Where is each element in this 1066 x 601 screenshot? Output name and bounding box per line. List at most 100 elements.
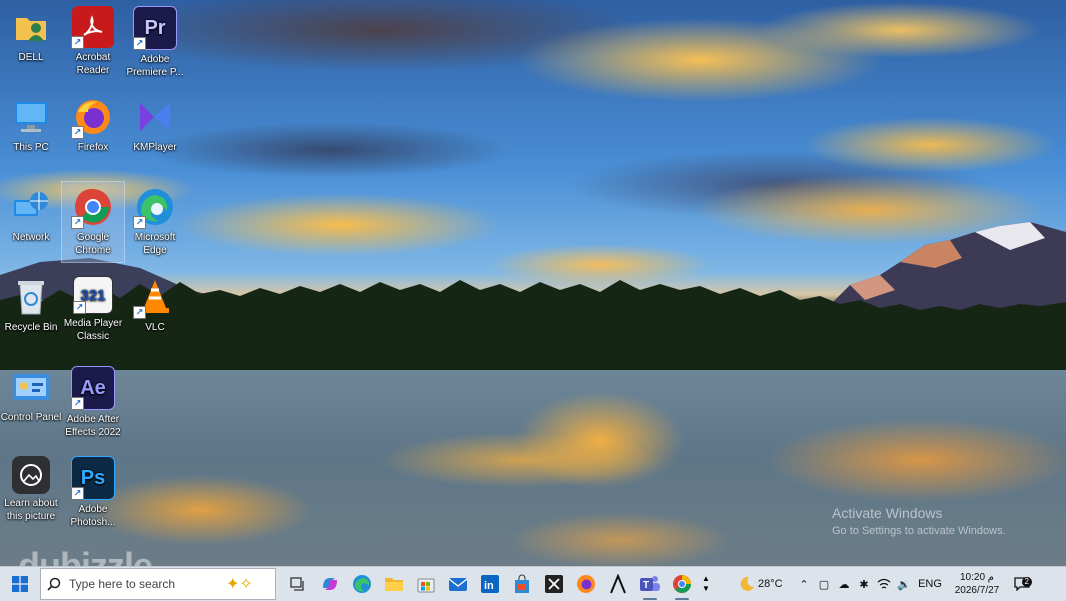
icon-label: Network bbox=[12, 232, 50, 243]
icon-label: KMPlayer bbox=[133, 142, 177, 153]
edge-icon: ↗ bbox=[133, 186, 176, 229]
windows-logo-icon bbox=[12, 576, 28, 592]
inkscape-icon bbox=[610, 574, 626, 594]
teams-icon: T bbox=[640, 576, 660, 591]
desktop-icon-media-player-classic[interactable]: 321 ↗ Media Player Classic bbox=[62, 276, 124, 343]
desktop-icon-firefox[interactable]: ↗ Firefox bbox=[62, 96, 124, 154]
icon-label: Adobe After Effects 2022 bbox=[65, 414, 121, 438]
desktop-icon-network[interactable]: Network bbox=[0, 186, 62, 244]
svg-text:in: in bbox=[484, 580, 494, 592]
desktop-icon-after-effects[interactable]: Ae ↗ Adobe After Effects 2022 bbox=[62, 366, 124, 439]
device-icon[interactable]: ▢ bbox=[814, 578, 834, 591]
shortcut-arrow-icon: ↗ bbox=[71, 216, 84, 229]
language-indicator[interactable]: ENG bbox=[914, 578, 946, 590]
desktop-icon-acrobat-reader[interactable]: ↗ Acrobat Reader bbox=[62, 6, 124, 77]
user-folder-icon bbox=[10, 6, 52, 48]
icon-label: Acrobat Reader bbox=[75, 52, 111, 76]
activate-windows-title: Activate Windows bbox=[832, 505, 943, 521]
store-icon bbox=[417, 578, 435, 593]
search-input[interactable] bbox=[67, 576, 226, 592]
icon-label: VLC bbox=[145, 322, 165, 333]
task-view-button[interactable] bbox=[282, 567, 314, 601]
taskbar-mail[interactable] bbox=[442, 567, 474, 601]
x-logo-icon bbox=[545, 575, 563, 593]
activate-windows-watermark: Activate Windows Go to Settings to activ… bbox=[832, 505, 1006, 537]
taskbar-copilot[interactable] bbox=[314, 567, 346, 601]
shortcut-arrow-icon: ↗ bbox=[133, 216, 146, 229]
premiere-icon: Pr ↗ bbox=[133, 6, 177, 50]
chrome-icon bbox=[673, 575, 691, 593]
volume-icon[interactable]: 🔉 bbox=[894, 578, 914, 591]
network-icon bbox=[10, 186, 52, 228]
linkedin-icon: in bbox=[481, 575, 499, 593]
desktop-icon-microsoft-edge[interactable]: ↗ Microsoft Edge bbox=[124, 186, 186, 257]
taskbar-teams[interactable]: T bbox=[634, 567, 666, 601]
taskbar-shopping[interactable] bbox=[506, 567, 538, 601]
desktop-icon-this-pc[interactable]: This PC bbox=[0, 96, 62, 154]
firefox-icon: ↗ bbox=[71, 96, 114, 139]
taskbar-chrome[interactable] bbox=[666, 567, 698, 601]
taskbar-x[interactable] bbox=[538, 567, 570, 601]
desktop-icon-control-panel[interactable]: Control Panel bbox=[0, 366, 62, 424]
desktop-icon-recycle-bin[interactable]: Recycle Bin bbox=[0, 276, 62, 334]
clock[interactable]: 10:20 م 2026/7/27 bbox=[946, 571, 1008, 597]
system-tray: 28°C ⌃ ▢ ☁ ✱ 🔉 ENG 10:20 م 2026/7/27 2 bbox=[734, 567, 1036, 601]
task-view-icon bbox=[290, 577, 304, 591]
bluetooth-icon[interactable]: ✱ bbox=[854, 578, 874, 591]
weather-moon-icon[interactable] bbox=[734, 575, 758, 593]
cloud-icon[interactable]: ☁ bbox=[834, 578, 854, 591]
copilot-icon bbox=[323, 578, 337, 590]
activate-windows-subtitle: Go to Settings to activate Windows. bbox=[832, 525, 1006, 537]
shortcut-arrow-icon: ↗ bbox=[73, 301, 86, 314]
desktop-icon-vlc[interactable]: ↗ VLC bbox=[124, 276, 186, 334]
desktop-icon-kmplayer[interactable]: KMPlayer bbox=[124, 96, 186, 154]
after-effects-icon: Ae ↗ bbox=[71, 366, 115, 410]
search-highlights-icon[interactable]: ✦✧ bbox=[226, 574, 253, 594]
folder-icon bbox=[385, 578, 403, 591]
icon-label: Adobe Premiere P... bbox=[126, 54, 184, 78]
shortcut-arrow-icon: ↗ bbox=[71, 126, 84, 139]
desktop-icon-learn-about-picture[interactable]: Learn about this picture bbox=[0, 456, 62, 523]
desktop-icon-premiere[interactable]: Pr ↗ Adobe Premiere P... bbox=[124, 6, 186, 79]
chevron-up-icon[interactable]: ⌃ bbox=[794, 578, 814, 591]
recycle-bin-icon bbox=[10, 276, 52, 318]
computer-icon bbox=[10, 96, 52, 138]
taskbar-firefox[interactable] bbox=[570, 567, 602, 601]
desktop-icon-dell[interactable]: DELL bbox=[0, 6, 62, 64]
taskbar-microsoft-store[interactable] bbox=[410, 567, 442, 601]
taskbar-inkscape[interactable] bbox=[602, 567, 634, 601]
icon-label: Learn about this picture bbox=[4, 498, 58, 522]
taskbar: ✦✧ in T ▲ ▼ bbox=[0, 566, 1066, 601]
taskbar-scroll-arrows[interactable]: ▲ ▼ bbox=[698, 567, 714, 601]
icon-label: Firefox bbox=[77, 142, 109, 153]
start-button[interactable] bbox=[0, 567, 40, 601]
shortcut-arrow-icon: ↗ bbox=[133, 306, 146, 319]
photoshop-icon: Ps ↗ bbox=[71, 456, 115, 500]
desktop-icon-google-chrome[interactable]: ↗ Google Chrome bbox=[61, 181, 125, 263]
icon-label: DELL bbox=[18, 52, 44, 63]
icon-label: Microsoft Edge bbox=[134, 232, 176, 256]
taskbar-linkedin[interactable]: in bbox=[474, 567, 506, 601]
shortcut-arrow-icon: ↗ bbox=[71, 36, 84, 49]
taskbar-file-explorer[interactable] bbox=[378, 567, 410, 601]
svg-text:T: T bbox=[643, 580, 649, 591]
shortcut-arrow-icon: ↗ bbox=[133, 37, 146, 50]
icon-label: Google Chrome bbox=[75, 232, 111, 256]
camera-icon bbox=[12, 456, 50, 494]
firefox-icon bbox=[577, 575, 595, 593]
shortcut-arrow-icon: ↗ bbox=[71, 397, 84, 410]
edge-icon bbox=[353, 575, 371, 593]
desktop-icon-photoshop[interactable]: Ps ↗ Adobe Photosh... bbox=[62, 456, 124, 529]
clock-time: 10:20 م bbox=[959, 572, 994, 583]
chevron-down-icon: ▼ bbox=[702, 584, 710, 593]
icon-label: Recycle Bin bbox=[4, 322, 58, 333]
chevron-up-icon: ▲ bbox=[702, 574, 710, 583]
notification-center-button[interactable]: 2 bbox=[1008, 577, 1036, 591]
taskbar-search-box[interactable]: ✦✧ bbox=[40, 568, 276, 600]
taskbar-edge[interactable] bbox=[346, 567, 378, 601]
icon-label: Adobe Photosh... bbox=[70, 504, 116, 528]
wifi-icon[interactable] bbox=[874, 578, 894, 590]
weather-temperature[interactable]: 28°C bbox=[758, 578, 794, 590]
shortcut-arrow-icon: ↗ bbox=[71, 487, 84, 500]
acrobat-icon: ↗ bbox=[71, 6, 114, 49]
